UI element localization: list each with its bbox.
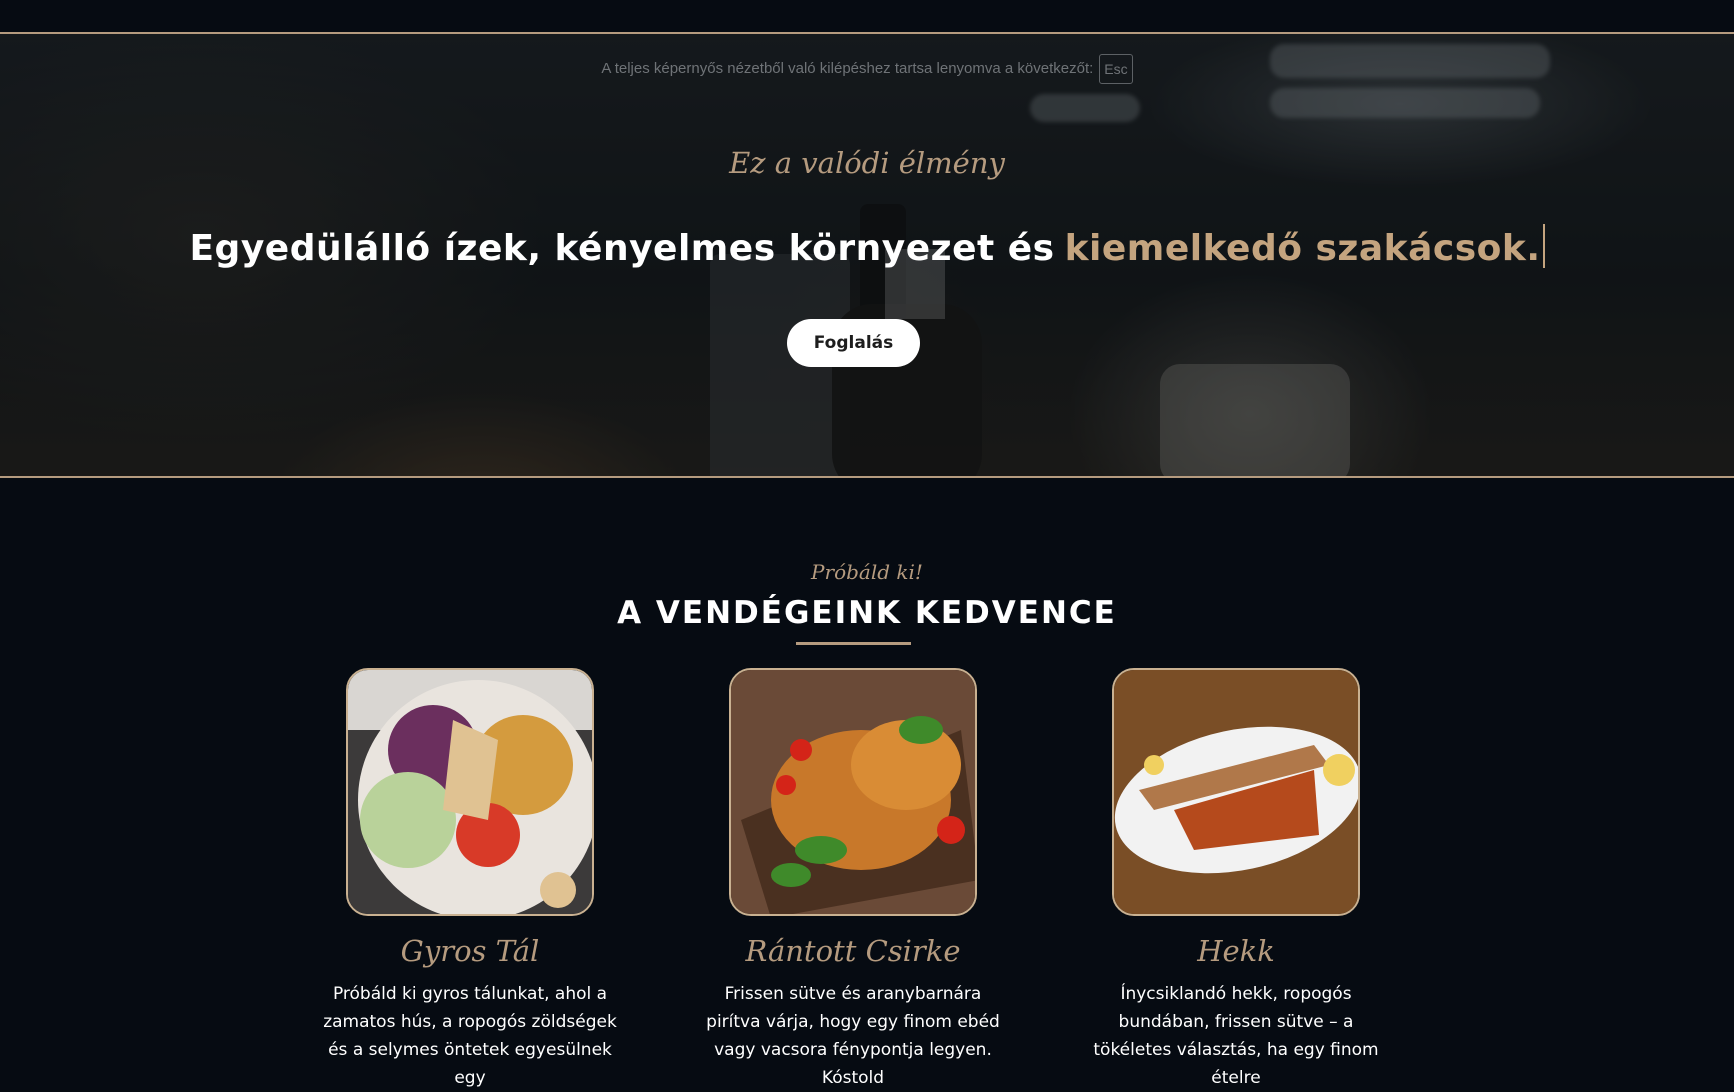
hero-subtitle: Ez a valódi élmény [729, 146, 1005, 180]
dish-description: Frissen sütve és aranybarnára pirítva vá… [706, 984, 1000, 1088]
esc-key-badge: Esc [1099, 54, 1133, 84]
dish-name: Hekk [1197, 934, 1275, 968]
fullscreen-hint-text: A teljes képernyős nézetből való kilépés… [601, 59, 1094, 77]
gyros-plate-photo [346, 668, 594, 916]
hero-title: Egyedülálló ízek, kényelmes környezet és… [0, 224, 1734, 269]
booking-button[interactable]: Foglalás [787, 319, 920, 367]
section-title: A VENDÉGEINK KEDVENCE [617, 595, 1117, 631]
hero-title-main: Egyedülálló ízek, kényelmes környezet és [189, 228, 1055, 269]
dish-name: Rántott Csirke [745, 934, 961, 968]
typing-caret [1542, 224, 1545, 268]
hero-banner: A teljes képernyős nézetből való kilépés… [0, 32, 1734, 478]
dish-card-hake[interactable]: Hekk Ínycsiklandó hekk, ropogós bundában… [1071, 668, 1401, 1092]
dish-card-fried-chicken[interactable]: Rántott Csirke Frissen sütve és aranybar… [688, 668, 1018, 1092]
fullscreen-exit-hint: A teljes képernyős nézetből való kilépés… [0, 54, 1734, 84]
dish-description: Ínycsiklandó hekk, ropogós bundában, fri… [1093, 984, 1379, 1088]
dish-card-gyros[interactable]: Gyros Tál Próbáld ki gyros tálunkat, aho… [305, 668, 635, 1092]
section-kicker: Próbáld ki! [811, 560, 923, 584]
section-divider [796, 642, 911, 645]
fried-hake-photo [1112, 668, 1360, 916]
fried-chicken-photo [729, 668, 977, 916]
dish-name: Gyros Tál [400, 934, 540, 968]
hero-title-accent: kiemelkedő szakácsok. [1064, 228, 1541, 269]
dish-description: Próbáld ki gyros tálunkat, ahol a zamato… [323, 984, 617, 1088]
